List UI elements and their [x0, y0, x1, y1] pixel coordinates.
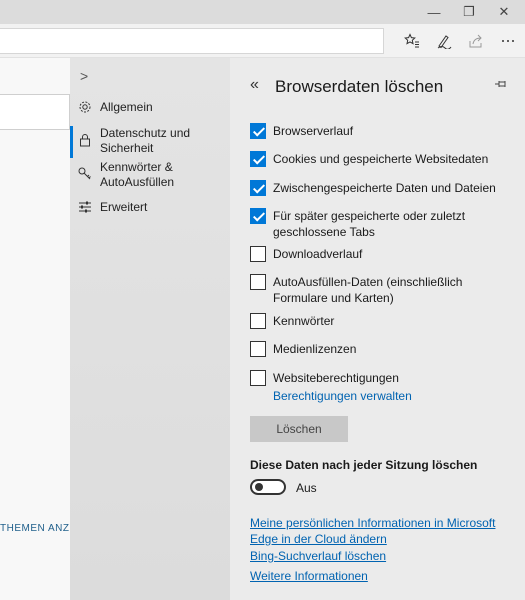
cloud-info-link[interactable]: Meine persönlichen Informationen in Micr… [250, 515, 500, 547]
checkbox[interactable] [250, 274, 266, 290]
share-icon[interactable] [464, 30, 488, 52]
nav-item-general[interactable]: Allgemein [70, 100, 230, 115]
nav-item-label: Kennwörter & AutoAusfüllen [100, 160, 175, 189]
close-button[interactable]: ✕ [487, 0, 521, 24]
checkbox[interactable] [250, 341, 266, 357]
option-passwords[interactable]: Kennwörter [250, 313, 503, 329]
checkbox[interactable] [250, 313, 266, 329]
option-cookies[interactable]: Cookies und gespeicherte Websitedaten [250, 151, 503, 167]
toggle-state-label: Aus [296, 481, 317, 495]
manage-permissions-link[interactable]: Berechtigungen verwalten [273, 389, 412, 403]
option-label: Websiteberechtigungen [273, 371, 399, 385]
browser-toolbar [0, 24, 525, 58]
nav-item-label: Allgemein [100, 100, 153, 114]
option-site-permissions[interactable]: Websiteberechtigungen [250, 370, 503, 386]
option-label: Für später gespeicherte oder zuletzt ges… [273, 209, 466, 239]
settings-nav: > Allgemein Datenschutz und Sicherheit K… [70, 58, 230, 600]
nav-item-label: Datenschutz und Sicherheit [100, 126, 191, 155]
option-cached-data[interactable]: Zwischengespeicherte Daten und Dateien [250, 180, 503, 196]
option-label: Zwischengespeicherte Daten und Dateien [273, 181, 496, 195]
page-content: THEMEN ANZ [0, 58, 70, 600]
nav-expand-chevron-icon[interactable]: > [80, 68, 88, 84]
checkbox[interactable] [250, 123, 266, 139]
more-icon[interactable] [496, 30, 520, 52]
option-browsing-history[interactable]: Browserverlauf [250, 123, 503, 139]
panel-title: Browserdaten löschen [275, 77, 444, 96]
option-media-licenses[interactable]: Medienlizenzen [250, 341, 503, 357]
nav-item-passwords[interactable]: Kennwörter & AutoAusfüllen [70, 160, 230, 190]
option-label: Downloadverlauf [273, 247, 363, 261]
back-chevron-icon[interactable]: « [250, 76, 259, 94]
checkbox[interactable] [250, 246, 266, 262]
option-autofill-data[interactable]: AutoAusfüllen-Daten (einschließlich Form… [250, 274, 503, 306]
lock-icon [70, 126, 100, 147]
option-download-history[interactable]: Downloadverlauf [250, 246, 503, 262]
pin-icon[interactable] [494, 78, 508, 93]
option-label: AutoAusfüllen-Daten (einschließlich Form… [273, 275, 463, 305]
bing-history-link[interactable]: Bing-Suchverlauf löschen [250, 549, 386, 563]
title-bar: — ❐ ✕ [0, 0, 525, 24]
favorites-star-icon[interactable] [400, 30, 424, 52]
key-icon [70, 160, 100, 180]
nav-item-privacy[interactable]: Datenschutz und Sicherheit [70, 126, 230, 158]
address-bar[interactable] [0, 28, 384, 54]
delete-button[interactable]: Löschen [250, 416, 348, 442]
nav-item-advanced[interactable]: Erweitert [70, 200, 230, 215]
clear-on-close-title: Diese Daten nach jeder Sitzung löschen [250, 458, 478, 472]
page-partial-text: THEMEN ANZ [0, 523, 70, 534]
more-info-link[interactable]: Weitere Informationen [250, 569, 368, 583]
option-saved-tabs[interactable]: Für später gespeicherte oder zuletzt ges… [250, 208, 503, 240]
option-label: Medienlizenzen [273, 342, 357, 356]
maximize-button[interactable]: ❐ [452, 0, 486, 24]
checkbox[interactable] [250, 151, 266, 167]
page-search-box[interactable] [0, 94, 70, 130]
option-label: Cookies und gespeicherte Websitedaten [273, 152, 489, 166]
pen-icon[interactable] [432, 30, 456, 52]
nav-item-label: Erweitert [100, 200, 148, 214]
minimize-button[interactable]: — [417, 0, 451, 24]
clear-on-close-toggle[interactable] [250, 479, 286, 495]
checkbox[interactable] [250, 370, 266, 386]
checkbox[interactable] [250, 208, 266, 224]
option-label: Kennwörter [273, 314, 335, 328]
checkbox[interactable] [250, 180, 266, 196]
option-label: Browserverlauf [273, 124, 354, 138]
clear-browsing-data-panel: « Browserdaten löschen Browserverlauf Co… [230, 58, 525, 600]
gear-icon [70, 100, 100, 114]
sliders-icon [70, 200, 100, 214]
